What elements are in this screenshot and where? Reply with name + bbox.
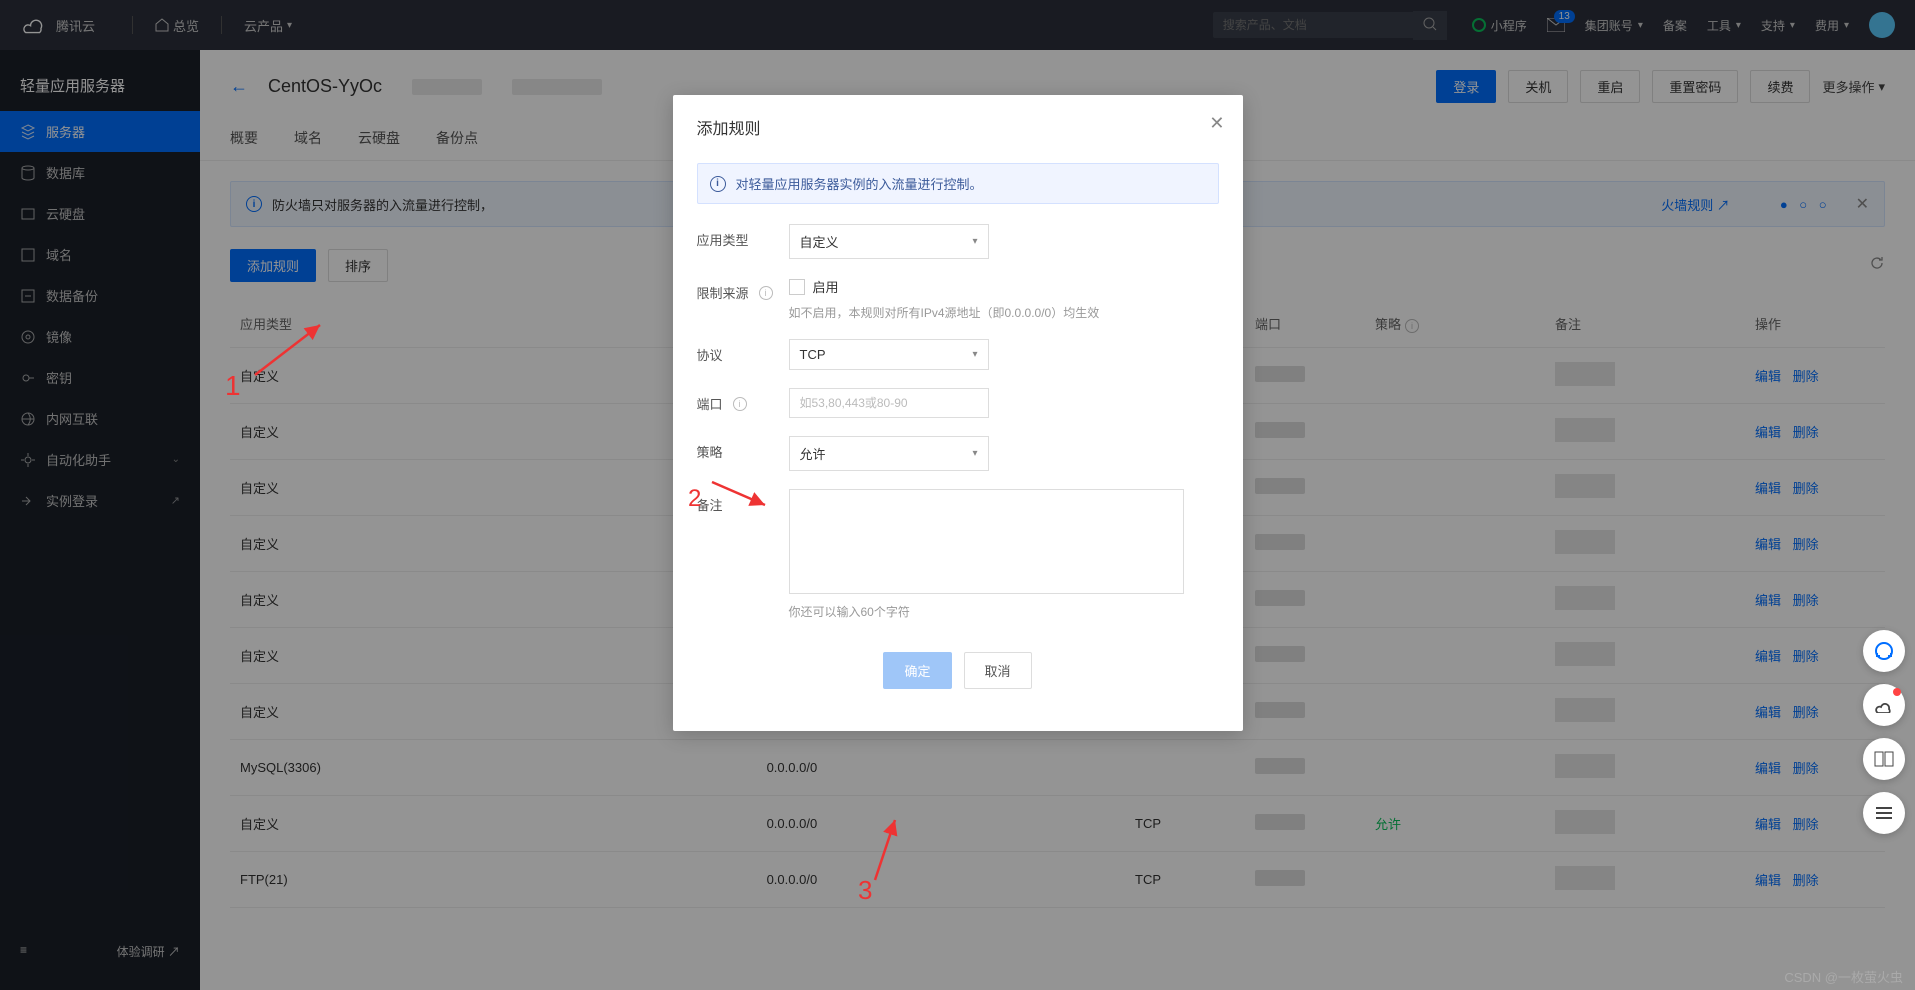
form-row-app-type: 应用类型 自定义 ▾ (697, 224, 1219, 259)
app-type-select[interactable]: 自定义 ▾ (789, 224, 989, 259)
enable-label: 启用 (813, 277, 839, 296)
cloud-icon (1873, 697, 1895, 713)
modal-close-button[interactable]: ✕ (1209, 113, 1224, 134)
docs-button[interactable] (1863, 738, 1905, 780)
modal-info-banner: i 对轻量应用服务器实例的入流量进行控制。 (697, 163, 1219, 204)
info-icon[interactable]: i (759, 286, 773, 300)
proto-select[interactable]: TCP ▾ (789, 339, 989, 370)
enable-note: 如不启用，本规则对所有IPv4源地址（即0.0.0.0/0）均生效 (789, 304, 1219, 321)
modal-footer: 确定 取消 (697, 638, 1219, 713)
support-button[interactable] (1863, 630, 1905, 672)
label-limit-source: 限制来源 i (697, 277, 789, 302)
chevron-down-icon: ▾ (972, 448, 977, 459)
form-row-strategy: 策略 允许 ▾ (697, 436, 1219, 471)
char-counter: 你还可以输入60个字符 (789, 603, 1219, 620)
info-icon[interactable]: i (733, 397, 747, 411)
form-row-proto: 协议 TCP ▾ (697, 339, 1219, 370)
floating-buttons (1863, 630, 1905, 834)
confirm-button[interactable]: 确定 (883, 652, 951, 689)
enable-checkbox[interactable] (789, 279, 805, 295)
label-strategy: 策略 (697, 436, 789, 461)
modal-header: 添加规则 ✕ (673, 95, 1243, 151)
book-icon (1874, 751, 1894, 767)
modal-title: 添加规则 (697, 115, 761, 139)
cancel-button[interactable]: 取消 (964, 652, 1032, 689)
list-icon (1875, 806, 1893, 820)
list-button[interactable] (1863, 792, 1905, 834)
notification-dot (1893, 688, 1901, 696)
headset-icon (1873, 640, 1895, 662)
chevron-down-icon: ▾ (972, 236, 977, 247)
strategy-select[interactable]: 允许 ▾ (789, 436, 989, 471)
label-port: 端口 i (697, 388, 789, 413)
label-note: 备注 (697, 489, 789, 514)
cloud-button[interactable] (1863, 684, 1905, 726)
chevron-down-icon: ▾ (972, 349, 977, 360)
form-row-port: 端口 i (697, 388, 1219, 418)
form-row-note: 备注 你还可以输入60个字符 (697, 489, 1219, 620)
modal-banner-text: 对轻量应用服务器实例的入流量进行控制。 (736, 174, 983, 193)
label-proto: 协议 (697, 339, 789, 364)
add-rule-modal: 添加规则 ✕ i 对轻量应用服务器实例的入流量进行控制。 应用类型 自定义 ▾ (673, 95, 1243, 731)
label-app-type: 应用类型 (697, 224, 789, 249)
port-input[interactable] (789, 388, 989, 418)
modal-overlay: 添加规则 ✕ i 对轻量应用服务器实例的入流量进行控制。 应用类型 自定义 ▾ (0, 0, 1915, 990)
info-icon: i (710, 176, 726, 192)
note-textarea[interactable] (789, 489, 1184, 594)
form-row-limit-source: 限制来源 i 启用 如不启用，本规则对所有IPv4源地址（即0.0.0.0/0）… (697, 277, 1219, 321)
watermark: CSDN @一枚萤火虫 (1784, 967, 1903, 986)
